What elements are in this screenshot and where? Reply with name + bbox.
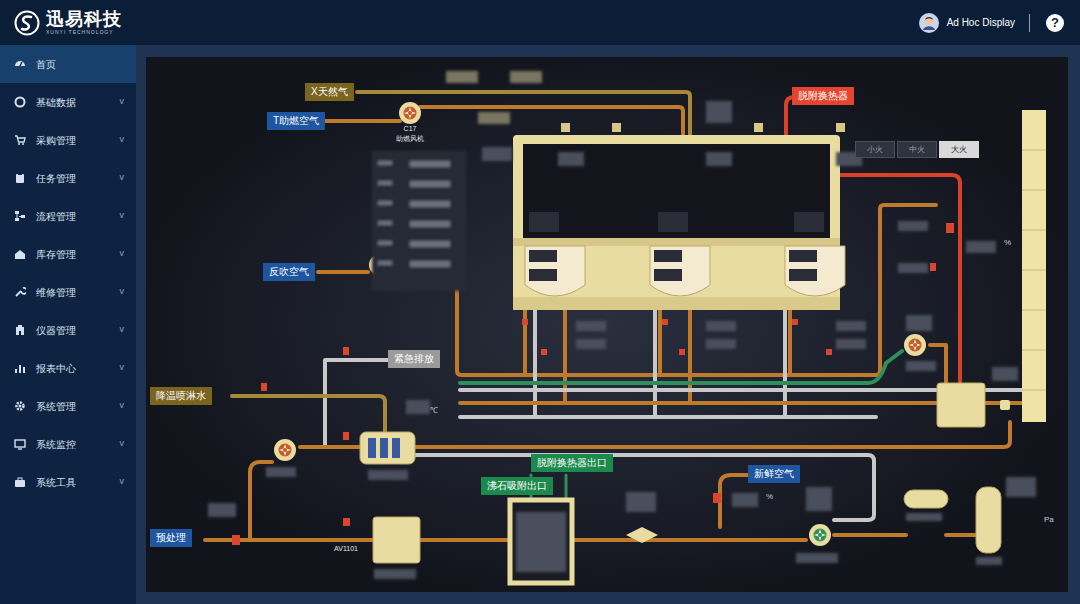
top-bar: 迅易科技 XUNYI TECHNOLOGY Ad Hoc Display ? (0, 0, 1080, 45)
sidebar-item[interactable]: 维修管理 v (0, 273, 136, 311)
sidebar-label: 流程管理 (36, 209, 110, 224)
help-button[interactable]: ? (1046, 14, 1064, 32)
fire-mode-switch: 小火中火大火 (855, 141, 979, 158)
flow-label: 沸石吸附出口 (481, 477, 553, 495)
sidebar-label: 任务管理 (36, 171, 110, 186)
sidebar-label: 系统工具 (36, 475, 110, 490)
sidebar-label: 系统管理 (36, 399, 110, 414)
warehouse-icon (14, 248, 26, 260)
chevron: v (120, 437, 125, 451)
flow-label: T助燃空气 (267, 112, 325, 130)
furnace (513, 123, 845, 310)
unit-label: % (766, 493, 773, 501)
chevron: v (120, 475, 125, 489)
equipment-caption: AV1101 (334, 545, 358, 552)
pipe-network (146, 57, 1068, 592)
sidebar-item[interactable]: 系统管理 v (0, 387, 136, 425)
brand[interactable]: 迅易科技 XUNYI TECHNOLOGY (14, 10, 122, 36)
sidebar-item[interactable]: 系统工具 v (0, 463, 136, 501)
chevron: v (120, 361, 125, 375)
brand-subtitle: XUNYI TECHNOLOGY (46, 30, 122, 35)
divider (1029, 14, 1030, 32)
flow-label: 脱附换热器 (792, 87, 854, 105)
sidebar-item[interactable]: 仪器管理 v (0, 311, 136, 349)
sidebar-item[interactable]: 基础数据 v (0, 83, 136, 121)
chevron: v (120, 209, 125, 223)
flow-label: 紧急排放 (388, 350, 440, 368)
toolbox-icon (14, 476, 26, 488)
unit-label: % (1004, 239, 1011, 247)
chevron: v (120, 171, 125, 185)
sidebar-item[interactable]: 报表中心 v (0, 349, 136, 387)
process-diagram: X天然气 T助燃空气 脱附换热器反吹空气紧急排放降温喷淋水预处理 脱附换热器出口沸石吸… (146, 57, 1068, 592)
fire-mode-button[interactable]: 大火 (939, 141, 979, 158)
avatar-icon[interactable] (919, 13, 939, 33)
cart-icon (14, 134, 26, 146)
flow-label: 脱附换热器出口 (531, 454, 613, 472)
sidebar-label: 首页 (36, 57, 124, 72)
chevron: v (120, 323, 125, 337)
sidebar-item[interactable]: 采购管理 v (0, 121, 136, 159)
unit-label: Pa (1044, 516, 1054, 524)
fire-mode-button[interactable]: 中火 (897, 141, 937, 158)
monitor-icon (14, 438, 26, 450)
instrument-icon (14, 324, 26, 336)
chimney (1022, 110, 1046, 422)
chevron: v (120, 95, 125, 109)
main-area: X天然气 T助燃空气 脱附换热器反吹空气紧急排放降温喷淋水预处理 脱附换热器出口沸石吸… (136, 45, 1080, 604)
equipment-caption: 助燃风机 (396, 135, 424, 142)
sidebar-item[interactable]: 流程管理 v (0, 197, 136, 235)
brand-name: 迅易科技 (46, 10, 122, 28)
chevron: v (120, 133, 125, 147)
logo-icon (14, 10, 40, 36)
blurred-readouts (208, 71, 1036, 579)
wrench-icon (14, 286, 26, 298)
flow-label: 新鲜空气 (748, 465, 800, 483)
sidebar-label: 基础数据 (36, 95, 110, 110)
chevron: v (120, 285, 125, 299)
user-name[interactable]: Ad Hoc Display (947, 15, 1021, 30)
flow-icon (14, 210, 26, 222)
gear-icon (14, 400, 26, 412)
flow-label: X天然气 (305, 83, 354, 101)
sidebar-label: 报表中心 (36, 361, 110, 376)
equipment-caption: C17 (404, 125, 417, 132)
sidebar: 首页基础数据v采购管理v任务管理v流程管理v库存管理v维修管理v仪器管理v报表中… (0, 45, 136, 604)
fire-mode-button[interactable]: 小火 (855, 141, 895, 158)
flow-label: 反吹空气 (263, 263, 315, 281)
sidebar-label: 采购管理 (36, 133, 110, 148)
unit-label: ℃ (430, 407, 438, 415)
valves (232, 223, 954, 545)
sidebar-item[interactable]: 首页 (0, 45, 136, 83)
sidebar-label: 库存管理 (36, 247, 110, 262)
flow-label: 预处理 (150, 529, 192, 547)
sidebar-item[interactable]: 库存管理 v (0, 235, 136, 273)
sidebar-item[interactable]: 任务管理 v (0, 159, 136, 197)
sidebar-item[interactable]: 系统监控 v (0, 425, 136, 463)
chart-icon (14, 362, 26, 374)
task-icon (14, 172, 26, 184)
chevron: v (120, 247, 125, 261)
home-icon (14, 58, 26, 70)
fans (274, 102, 926, 546)
sidebar-label: 维修管理 (36, 285, 110, 300)
data-icon (14, 96, 26, 108)
chevron: v (120, 399, 125, 413)
sidebar-label: 系统监控 (36, 437, 110, 452)
flow-label: 降温喷淋水 (150, 387, 212, 405)
sidebar-label: 仪器管理 (36, 323, 110, 338)
